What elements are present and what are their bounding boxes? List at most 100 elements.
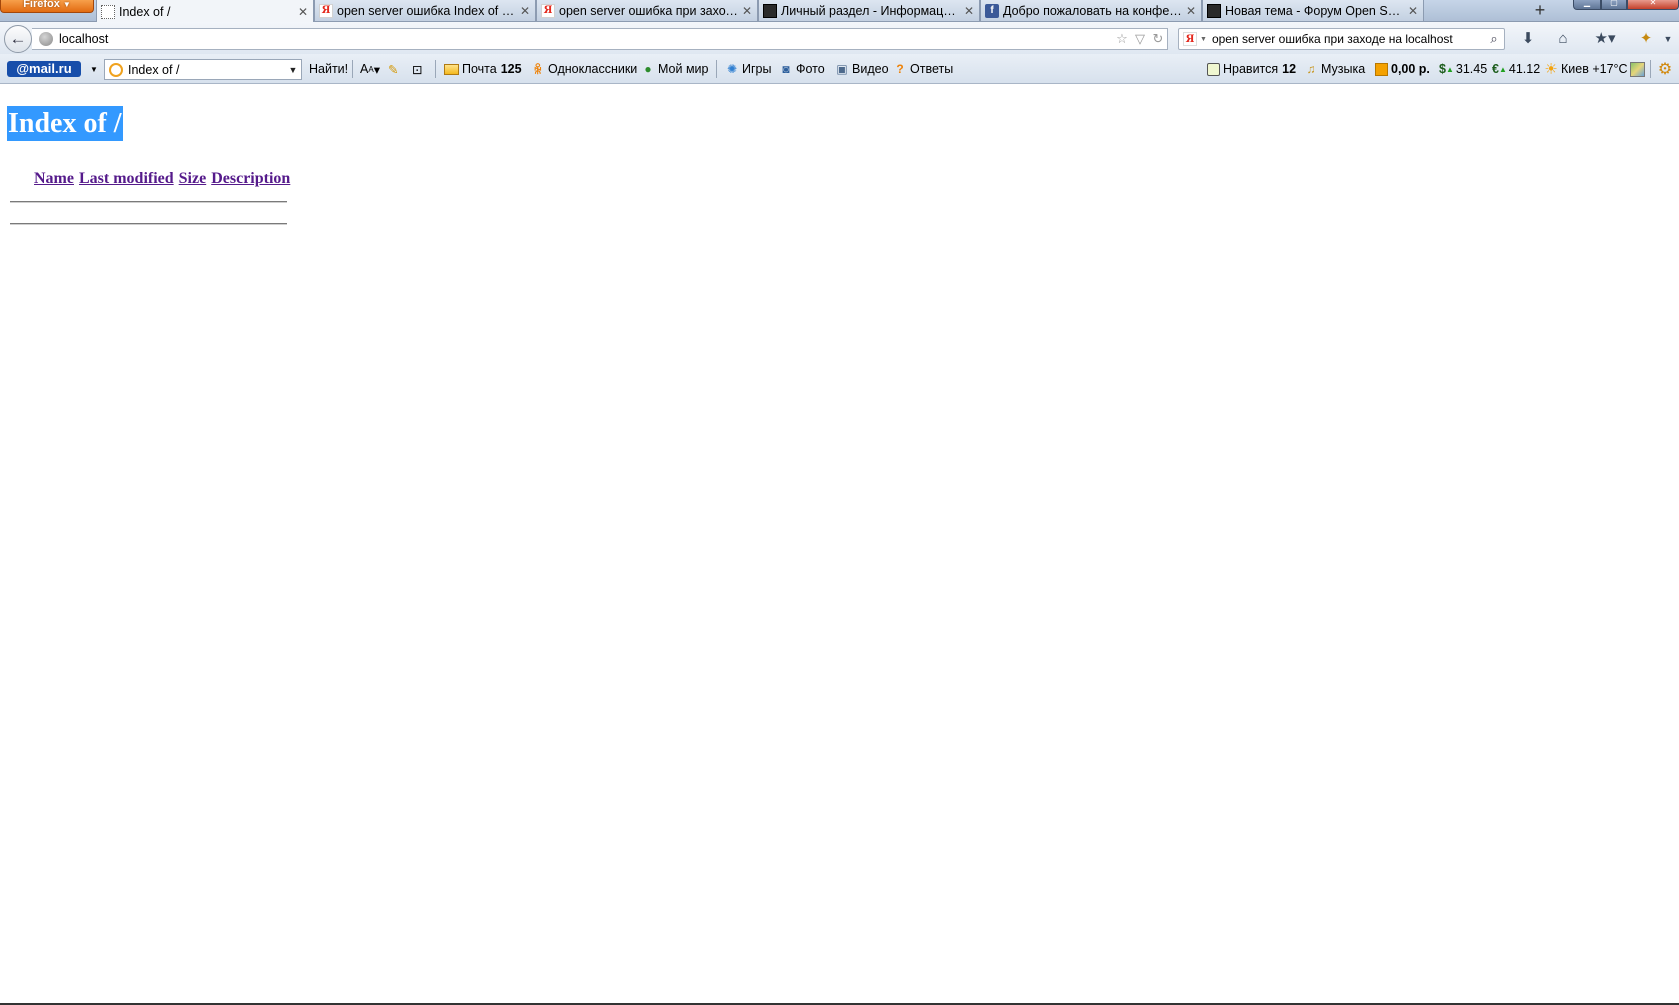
- find-button[interactable]: Найти!: [309, 54, 348, 84]
- chevron-down-icon: ▼: [62, 0, 71, 9]
- odnoklassniki-label: Одноклассники: [548, 62, 638, 76]
- search-input[interactable]: open server ошибка при заходе на localho…: [1212, 32, 1484, 46]
- divider: [10, 223, 287, 225]
- tab-open-server-forum[interactable]: Новая тема - Форум Open Server ✕: [1202, 0, 1424, 22]
- minimize-icon[interactable]: ▁: [1573, 0, 1601, 10]
- tab-index-of[interactable]: Index of / ✕: [96, 0, 314, 23]
- odnoklassniki-icon: ꆜ: [533, 63, 543, 77]
- mailru-toolbar: @mail.ru ▼ Index of / ▼ Найти! A A ▾ ✎ ⊡ П…: [0, 54, 1679, 84]
- arrow-up-icon: ▲: [1445, 64, 1454, 74]
- games-label: Игры: [742, 62, 772, 76]
- close-icon[interactable]: ✕: [1185, 4, 1197, 18]
- download-icon[interactable]: ⬇: [1517, 28, 1539, 50]
- close-icon[interactable]: ✕: [741, 4, 753, 18]
- maximize-icon[interactable]: ▢: [1601, 0, 1627, 10]
- chevron-down-icon[interactable]: ▼: [1200, 36, 1207, 43]
- dark-site-icon: [1207, 3, 1221, 18]
- chevron-down-icon[interactable]: ▼: [90, 54, 98, 84]
- yandex-icon[interactable]: Я: [1183, 32, 1197, 46]
- page-title: Index of /: [7, 106, 123, 141]
- eur-rate[interactable]: € ▲ 41.12: [1492, 54, 1540, 84]
- answers-link[interactable]: ? Ответы: [892, 54, 953, 84]
- mail-label: Почта: [462, 62, 497, 76]
- tab-title: Новая тема - Форум Open Server: [1225, 3, 1404, 18]
- tab-title: Личный раздел - Информация - ...: [781, 3, 960, 18]
- dollar-icon: $: [1439, 62, 1446, 76]
- zoom-page-icon[interactable]: ⊡: [412, 54, 422, 84]
- close-icon[interactable]: ✕: [519, 4, 531, 18]
- weather-label: Киев +17°C: [1561, 62, 1628, 76]
- sort-by-last-modified-link[interactable]: Last modified: [79, 170, 174, 188]
- close-icon[interactable]: ✕: [963, 4, 975, 18]
- usd-rate[interactable]: $ ▲ 31.45: [1439, 54, 1487, 84]
- photo-label: Фото: [796, 62, 825, 76]
- navigation-toolbar: ← localhost ☆ ▽ ↻ Я ▼ open server ошибка…: [0, 22, 1679, 54]
- sort-by-name-link[interactable]: Name: [34, 170, 74, 188]
- arrow-up-icon: ▲: [1498, 64, 1507, 74]
- my-world-icon: ●: [644, 62, 652, 76]
- video-icon: ▣: [836, 62, 848, 76]
- chevron-down-icon[interactable]: ▼: [285, 65, 301, 75]
- back-button[interactable]: ←: [4, 25, 32, 53]
- search-icon[interactable]: ⌕: [1484, 31, 1504, 47]
- tab-title: Добро пожаловать на конференц...: [1003, 3, 1182, 18]
- firefox-menu-button[interactable]: Firefox ▼: [0, 0, 94, 13]
- my-world-link[interactable]: ● Мой мир: [640, 54, 709, 84]
- money-link[interactable]: 0,00 р.: [1375, 54, 1430, 84]
- mailru-search-input[interactable]: Index of /: [128, 63, 285, 77]
- bookmark-star-icon[interactable]: ☆: [1113, 31, 1131, 47]
- envelope-icon: [444, 63, 459, 75]
- toolbar-settings[interactable]: ⚙: [1657, 54, 1675, 84]
- arrow-left-icon: ←: [9, 29, 27, 48]
- bookmarks-menu-icon[interactable]: ★▾: [1590, 28, 1620, 50]
- gear-icon: ⚙: [1657, 61, 1673, 78]
- games-link[interactable]: ✺ Игры: [724, 54, 772, 84]
- yandex-icon: Я: [541, 3, 555, 18]
- map-icon: [1630, 61, 1645, 77]
- mailru-search-icon: [109, 62, 123, 77]
- like-icon: [1207, 62, 1220, 76]
- video-link[interactable]: ▣ Видео: [834, 54, 888, 84]
- tab-conference-welcome[interactable]: f Добро пожаловать на конференц... ✕: [980, 0, 1202, 22]
- likes-link[interactable]: Нравится 12: [1207, 54, 1296, 84]
- tab-yandex-search-2[interactable]: Я open server ошибка при заходе на... ✕: [536, 0, 758, 22]
- odnoklassniki-link[interactable]: ꆜ Одноклассники: [530, 54, 637, 84]
- sort-by-size-link[interactable]: Size: [179, 170, 207, 188]
- weather-link[interactable]: ☀ Киев +17°C: [1543, 54, 1628, 84]
- blank-page-icon: [101, 4, 115, 19]
- sort-by-description-link[interactable]: Description: [211, 170, 290, 188]
- tab-personal-section[interactable]: Личный раздел - Информация - ... ✕: [758, 0, 980, 22]
- tab-yandex-search-1[interactable]: Я open server ошибка Index of / — Я... ✕: [314, 0, 536, 22]
- mailru-logo[interactable]: @mail.ru: [7, 61, 81, 77]
- listing-header-row: Name Last modified Size Description: [34, 170, 290, 188]
- music-link[interactable]: ♫ Музыка: [1303, 54, 1366, 84]
- history-dropdown-icon[interactable]: ▽: [1131, 31, 1149, 47]
- tab-strip: Firefox ▼ Index of / ✕ Я open server ошиб…: [0, 0, 1679, 23]
- my-world-label: Мой мир: [658, 62, 709, 76]
- photo-link[interactable]: ◙ Фото: [778, 54, 825, 84]
- new-tab-button[interactable]: +: [1527, 1, 1553, 21]
- close-icon[interactable]: ✕: [1407, 4, 1419, 18]
- separator: [1650, 60, 1651, 78]
- home-icon[interactable]: ⌂: [1552, 28, 1574, 50]
- close-icon[interactable]: ✕: [297, 5, 309, 19]
- reload-icon[interactable]: ↻: [1149, 31, 1167, 47]
- close-window-icon[interactable]: ✕: [1627, 0, 1679, 10]
- money-balance: 0,00 р.: [1391, 62, 1430, 76]
- addon-icon[interactable]: ✦: [1635, 28, 1657, 50]
- chevron-down-icon[interactable]: ▼: [1657, 28, 1679, 50]
- firefox-menu-label: Firefox: [23, 0, 60, 10]
- map-link[interactable]: [1630, 54, 1645, 84]
- highlighter-icon[interactable]: ✎: [388, 54, 398, 84]
- search-bar[interactable]: Я ▼ open server ошибка при заходе на loc…: [1178, 28, 1505, 50]
- mailru-search-combo[interactable]: Index of / ▼: [104, 59, 302, 80]
- font-size-icon[interactable]: A A ▾: [360, 54, 380, 84]
- music-label: Музыка: [1321, 62, 1366, 76]
- address-input[interactable]: localhost: [59, 32, 1113, 46]
- mail-link[interactable]: Почта 125: [444, 54, 522, 84]
- page-content: Index of / Name Last modified Size Descr…: [0, 85, 1679, 1005]
- globe-icon: [39, 32, 53, 46]
- address-bar[interactable]: localhost ☆ ▽ ↻: [32, 28, 1168, 50]
- answers-icon: ?: [896, 62, 904, 76]
- sun-icon: ☀: [1544, 61, 1558, 78]
